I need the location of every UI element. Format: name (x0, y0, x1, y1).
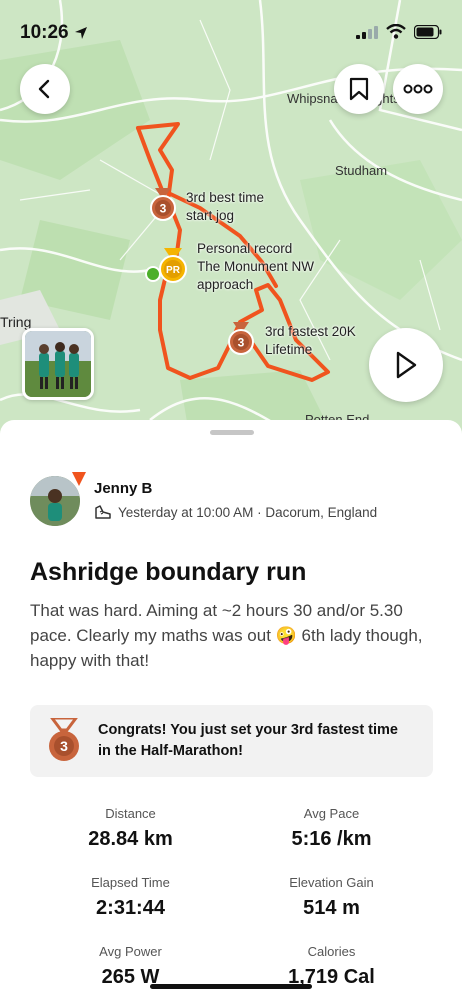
segment-1-line-1: 3rd best time (186, 190, 265, 205)
flyover-play-button[interactable] (369, 328, 443, 402)
sheet-grabber-handle[interactable] (210, 430, 254, 435)
stat-label: Distance (105, 806, 156, 821)
wifi-icon (386, 24, 406, 39)
stat-label: Elevation Gain (289, 875, 374, 890)
stat-label: Calories (307, 944, 356, 959)
achievement-line-2: in the Half-Marathon! (98, 743, 243, 759)
athlete-header[interactable]: Jenny B Yesterday at 10:00 AM · Dacorum,… (30, 472, 378, 526)
pr-medal-icon[interactable]: PR (158, 248, 188, 289)
activity-title: Ashridge boundary run (30, 558, 307, 586)
medal-icon: 3 (49, 718, 79, 761)
map-label-tring: Tring (0, 314, 32, 330)
segment-3-line-1: 3rd fastest 20K (265, 324, 356, 339)
stat-label: Elapsed Time (91, 875, 170, 890)
stat-value: 5:16 /km (291, 828, 372, 850)
activity-photo-thumbnail[interactable] (22, 328, 94, 400)
activity-details-sheet: Jenny B Yesterday at 10:00 AM · Dacorum,… (0, 420, 462, 1000)
signal-icon (356, 25, 378, 39)
stat-calories: Calories 1,719 Cal (216, 944, 447, 989)
svg-text:3: 3 (160, 202, 167, 216)
stat-avg-power: Avg Power 265 W (15, 944, 246, 989)
segment-2-line-2: The Monument NW (197, 259, 315, 274)
bookmark-button[interactable] (334, 64, 384, 114)
avatar[interactable] (30, 472, 86, 526)
map-label-studham: Studham (335, 163, 388, 178)
status-bar: 10:26 (0, 0, 462, 62)
segment-medal-icon[interactable]: 3 (227, 322, 255, 361)
subscriber-badge-icon (72, 472, 86, 486)
svg-text:3: 3 (60, 738, 68, 754)
stat-elevation-gain: Elevation Gain 514 m (216, 875, 447, 920)
stat-label: Avg Pace (303, 806, 360, 821)
segment-label-1[interactable]: 3rd best time start jog (186, 189, 264, 225)
battery-icon (414, 24, 442, 39)
segment-1-line-2: start jog (186, 208, 235, 223)
stat-value: 28.84 km (88, 828, 173, 850)
segment-2-line-3: approach (197, 277, 254, 292)
back-button[interactable] (20, 64, 70, 114)
stat-value: 2:31:44 (96, 897, 165, 919)
chevron-left-icon (38, 79, 50, 99)
segment-2-line-1: Personal record (197, 241, 293, 256)
stat-avg-pace: Avg Pace 5:16 /km (216, 806, 447, 851)
segment-medal-icon[interactable]: 3 (149, 188, 177, 227)
bookmark-icon (349, 77, 369, 101)
svg-text:3: 3 (238, 336, 245, 350)
segment-label-3[interactable]: 3rd fastest 20K Lifetime (265, 323, 356, 359)
activity-timestamp-location: Yesterday at 10:00 AM · Dacorum, England (118, 504, 378, 520)
location-arrow-icon (75, 27, 87, 39)
more-options-button[interactable] (393, 64, 443, 114)
achievement-banner[interactable]: 3 Congrats! You just set your 3rd fastes… (30, 705, 433, 777)
athlete-name[interactable]: Jenny B (94, 480, 377, 497)
stat-value: 514 m (303, 897, 360, 919)
status-time: 10:26 (20, 22, 69, 43)
home-indicator[interactable] (150, 984, 312, 989)
route-map[interactable]: Whipsnade Heights Studham Tring Potten E… (0, 0, 462, 440)
more-dots-icon (403, 84, 433, 94)
stat-label: Avg Power (99, 944, 162, 959)
run-shoe-icon (95, 505, 111, 519)
segment-3-line-2: Lifetime (265, 342, 313, 357)
activity-description: That was hard. Aiming at ~2 hours 30 and… (30, 601, 423, 670)
segment-label-2[interactable]: Personal record The Monument NW approach (197, 240, 314, 294)
play-icon (396, 351, 417, 379)
stat-distance: Distance 28.84 km (15, 806, 246, 851)
svg-text:PR: PR (166, 265, 181, 276)
achievement-line-1: Congrats! You just set your 3rd fastest … (98, 722, 398, 738)
stat-elapsed-time: Elapsed Time 2:31:44 (15, 875, 246, 920)
